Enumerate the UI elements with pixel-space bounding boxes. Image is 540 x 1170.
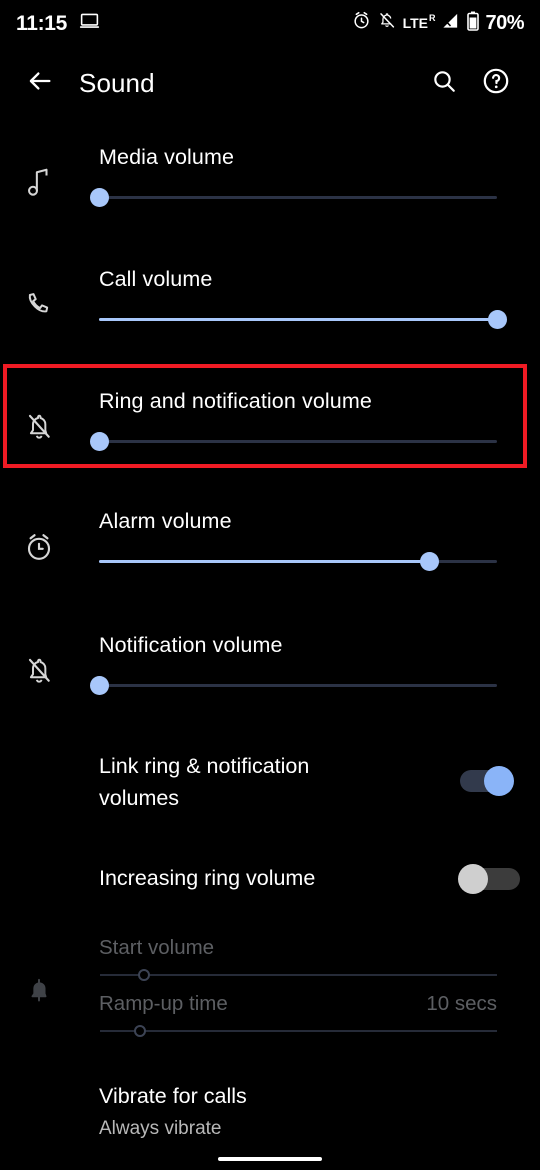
bell-slash-icon: [22, 654, 56, 688]
laptop-icon: [79, 13, 100, 34]
slider-thumb[interactable]: [89, 432, 109, 451]
bell-slash-icon: [378, 11, 396, 35]
slider-track: [99, 440, 497, 443]
slider-thumb: [137, 969, 150, 981]
help-button[interactable]: [470, 67, 522, 100]
setting-label: Alarm volume: [99, 509, 232, 533]
notification-volume-slider[interactable]: [89, 674, 497, 698]
music-note-icon: [22, 166, 56, 200]
sound-settings-screen: 11:15 LTE R 70% Sound Media volume Call …: [0, 0, 540, 1170]
app-bar: Sound: [0, 52, 540, 114]
start-volume-label: Start volume: [99, 936, 215, 959]
search-button[interactable]: [418, 68, 470, 99]
battery-percent-label: 70%: [485, 11, 524, 34]
network-type-indicator: LTE R: [402, 13, 436, 31]
setting-label: Increasing ring volume: [99, 866, 316, 890]
slider-track: [99, 684, 497, 687]
status-clock: 11:15: [16, 11, 68, 35]
setting-label: Link ring & notification volumes: [99, 754, 310, 810]
battery-icon: [467, 11, 480, 36]
ramp-up-time-value: 10 secs: [426, 992, 497, 1015]
toggle-thumb: [458, 864, 488, 894]
search-icon: [431, 68, 457, 99]
setting-row-increasing-ring-volume[interactable]: Increasing ring volume: [0, 862, 540, 904]
ramp-up-time-slider: [100, 1024, 497, 1038]
media-volume-slider[interactable]: [89, 186, 497, 210]
setting-row-notification-volume[interactable]: Notification volume: [0, 612, 540, 732]
page-title: Sound: [79, 67, 155, 98]
slider-fill: [99, 560, 430, 563]
home-gesture-pill[interactable]: [218, 1157, 322, 1161]
slider-fill: [99, 318, 497, 321]
slider-thumb: [133, 1025, 146, 1037]
alarm-volume-slider[interactable]: [99, 550, 497, 574]
network-type-label: LTE: [402, 15, 428, 31]
setting-row-vibrate-for-calls[interactable]: Vibrate for calls Always vibrate: [0, 1072, 540, 1152]
status-bar-right: LTE R 70%: [352, 11, 524, 36]
slider-thumb[interactable]: [89, 188, 109, 207]
bell-icon: [22, 974, 56, 1008]
slider-thumb[interactable]: [89, 676, 109, 695]
slider-track: [99, 196, 497, 199]
slider-thumb[interactable]: [487, 310, 507, 329]
status-bar: 11:15 LTE R 70%: [0, 0, 540, 46]
setting-row-alarm-volume[interactable]: Alarm volume: [0, 488, 540, 608]
setting-summary: Always vibrate: [99, 1118, 222, 1139]
call-volume-slider[interactable]: [99, 308, 507, 332]
alarm-clock-icon: [352, 11, 371, 35]
back-button[interactable]: [12, 67, 68, 100]
setting-row-call-volume[interactable]: Call volume: [0, 246, 540, 366]
bell-slash-icon: [22, 410, 56, 444]
navigation-bar: [0, 1142, 540, 1170]
slider-thumb[interactable]: [419, 552, 439, 571]
setting-row-ring-and-notification-volume[interactable]: Ring and notification volume: [0, 368, 540, 488]
toggle-thumb: [484, 766, 514, 796]
slider-track: [100, 974, 497, 976]
setting-label: Ring and notification volume: [99, 389, 372, 413]
setting-label: Call volume: [99, 267, 213, 291]
increasing-ring-volume-toggle[interactable]: [458, 864, 520, 894]
setting-label: Notification volume: [99, 633, 283, 657]
ring-and-notification-volume-slider[interactable]: [89, 430, 497, 454]
setting-row-media-volume[interactable]: Media volume: [0, 124, 540, 244]
ramp-up-time-label: Ramp-up time: [99, 992, 228, 1015]
roaming-indicator: R: [428, 13, 436, 23]
link-ring-notification-volumes-toggle[interactable]: [458, 766, 514, 796]
phone-icon: [22, 288, 56, 322]
increasing-ring-volume-settings: Start volume Ramp-up time 10 secs: [0, 922, 540, 1050]
slider-track: [100, 1030, 497, 1032]
signal-bars-icon: [441, 12, 460, 35]
help-circle-icon: [482, 67, 510, 100]
setting-label: Vibrate for calls: [99, 1084, 247, 1108]
status-bar-left: 11:15: [16, 13, 100, 34]
alarm-clock-icon: [22, 530, 56, 564]
arrow-back-icon: [26, 67, 54, 100]
setting-row-link-ring-notification-volumes[interactable]: Link ring & notification volumes: [0, 750, 540, 822]
setting-label: Media volume: [99, 145, 235, 169]
start-volume-slider: [100, 968, 497, 982]
